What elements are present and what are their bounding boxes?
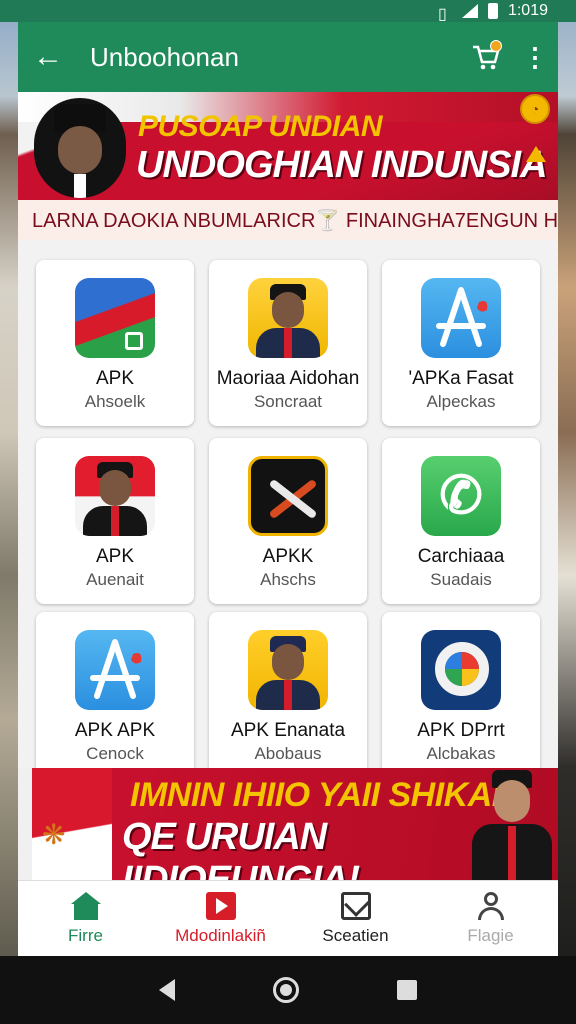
- app-subtitle: Alcbakas: [426, 744, 496, 763]
- app-subtitle: Alpeckas: [426, 392, 496, 411]
- app-card[interactable]: APK APK Cenock: [36, 612, 194, 778]
- nav-label: Flagie: [467, 925, 514, 945]
- status-time: 1:019: [507, 2, 548, 19]
- app-card[interactable]: APK Auenait: [36, 438, 194, 604]
- maple-leaf-icon: ❋: [42, 819, 66, 850]
- portrait-icon: [248, 278, 328, 358]
- app-subtitle: Abobaus: [254, 744, 322, 763]
- app-subtitle: Auenait: [86, 570, 144, 589]
- app-title: APK DPrrt: [417, 720, 505, 741]
- app-card[interactable]: APK DPrrt Alcbakas: [382, 612, 540, 778]
- app-card[interactable]: ✆ Carchiaaa Suadais: [382, 438, 540, 604]
- nav-item-media[interactable]: Mdodinlakiñ: [153, 881, 288, 956]
- banner-ticker: LARNA DAOKIA NBUMLARICR🍸 FINAINGHA7ENGUN…: [18, 200, 558, 240]
- system-home-icon[interactable]: [273, 977, 299, 1003]
- more-vertical-icon: ⋮: [522, 41, 548, 72]
- banner-headline-1: PUSOAP UNDIAN: [138, 110, 383, 143]
- promo-banner-top[interactable]: PUSOAP UNDIAN UNDOGHIAN INDUNSIA ◔ LARNA…: [18, 92, 558, 240]
- bottom-navigation: Firre Mdodinlakiñ Sceatien Flagie: [18, 880, 558, 956]
- mail-icon: [340, 891, 371, 920]
- phone-icon: ✆: [421, 456, 501, 536]
- portrait-head: [272, 644, 304, 680]
- nav-item-home[interactable]: Firre: [18, 881, 153, 956]
- nav-label: Firre: [68, 925, 103, 945]
- user-icon-body: [477, 906, 504, 920]
- portrait-tie: [508, 826, 516, 880]
- system-back-icon[interactable]: [159, 979, 175, 1001]
- arrow-left-icon: ←: [33, 40, 63, 73]
- promo-banner-bottom[interactable]: ❋ IMNIN IHIIO YAII SHIKAN QE URUIAN IIDI…: [18, 768, 558, 880]
- user-icon: [476, 891, 506, 920]
- app-title: APK: [95, 368, 135, 389]
- app-card[interactable]: APK Enanata Abobaus: [209, 612, 367, 778]
- app-bar: ← Unboohonan ⋮: [18, 22, 558, 92]
- dp-logo-color: [445, 652, 479, 686]
- vibrate-icon: ▯: [437, 6, 447, 23]
- brush-icon: [248, 456, 328, 536]
- signal-icon: [461, 4, 478, 18]
- app-store-glyph: [436, 287, 488, 347]
- triangle-icon: [526, 146, 546, 162]
- app-grid: APK Ahsoelk Maoriaa Aidohan Soncraat 'AP…: [18, 240, 558, 778]
- portrait-tie: [284, 680, 292, 710]
- app-title: APK: [95, 546, 135, 567]
- nav-item-profile[interactable]: Flagie: [423, 881, 558, 956]
- system-navigation-bar: [0, 956, 576, 1024]
- page-title: Unboohonan: [90, 41, 239, 72]
- home-icon-body: [73, 903, 98, 920]
- portrait-icon: [75, 456, 155, 536]
- app-title: APK Enanata: [230, 720, 346, 741]
- app-subtitle: Ahschs: [260, 570, 316, 589]
- app-subtitle: Suadais: [430, 570, 492, 589]
- notification-dot: [490, 40, 502, 52]
- app-title: Carchiaaa: [417, 546, 505, 567]
- home-icon: [70, 891, 101, 920]
- app-title: Maoriaa Aidohan: [216, 368, 360, 389]
- nav-label: Sceatien: [322, 925, 389, 945]
- app-title: APKK: [262, 546, 314, 567]
- phone-glyph: ✆: [439, 467, 483, 525]
- banner-portrait: [34, 98, 126, 198]
- app-card[interactable]: 'APKa Fasat Alpeckas: [382, 260, 540, 426]
- app-subtitle: Cenock: [86, 744, 144, 763]
- app-card[interactable]: Maoriaa Aidohan Soncraat: [209, 260, 367, 426]
- portrait-tie: [111, 506, 119, 536]
- app-subtitle: Soncraat: [253, 392, 323, 411]
- flag-icon: [75, 278, 155, 358]
- portrait-head: [99, 470, 131, 506]
- app-card[interactable]: APK Ahsoelk: [36, 260, 194, 426]
- home-icon-roof: [70, 891, 101, 904]
- banner-headline-1: IMNIN IHIIO YAII SHIKAN: [130, 776, 516, 814]
- banner-headline-2: UNDOGHIAN INDUNSIA: [136, 144, 548, 186]
- background-left-building: [0, 0, 20, 960]
- portrait-tie: [284, 328, 292, 358]
- more-options-button[interactable]: ⋮: [512, 22, 558, 92]
- app-store-icon: [75, 630, 155, 710]
- app-title: APK APK: [74, 720, 156, 741]
- status-bar: ▯ 1:019: [0, 0, 576, 23]
- battery-icon: [487, 3, 498, 19]
- portrait-head: [272, 292, 304, 328]
- dp-logo-icon: [421, 630, 501, 710]
- flag-icon-mark: [125, 332, 143, 350]
- nav-label: Mdodinlakiñ: [175, 925, 266, 945]
- portrait-shirt: [74, 174, 86, 198]
- background-right-building: [556, 0, 576, 960]
- app-store-icon: [421, 278, 501, 358]
- back-button[interactable]: ←: [18, 22, 78, 92]
- banner-portrait: [466, 768, 554, 880]
- user-icon-head: [483, 891, 498, 906]
- portrait-face: [58, 126, 102, 174]
- cart-button[interactable]: [460, 22, 512, 92]
- portrait-icon: [248, 630, 328, 710]
- nav-item-messages[interactable]: Sceatien: [288, 881, 423, 956]
- app-subtitle: Ahsoelk: [84, 392, 146, 411]
- app-title: 'APKa Fasat: [408, 368, 514, 389]
- portrait-head: [494, 780, 530, 822]
- app-store-glyph: [90, 639, 142, 699]
- system-recents-icon[interactable]: [397, 980, 417, 1000]
- app-card[interactable]: APKK Ahschs: [209, 438, 367, 604]
- medal-icon: ◔: [520, 94, 550, 124]
- play-icon: [205, 891, 236, 920]
